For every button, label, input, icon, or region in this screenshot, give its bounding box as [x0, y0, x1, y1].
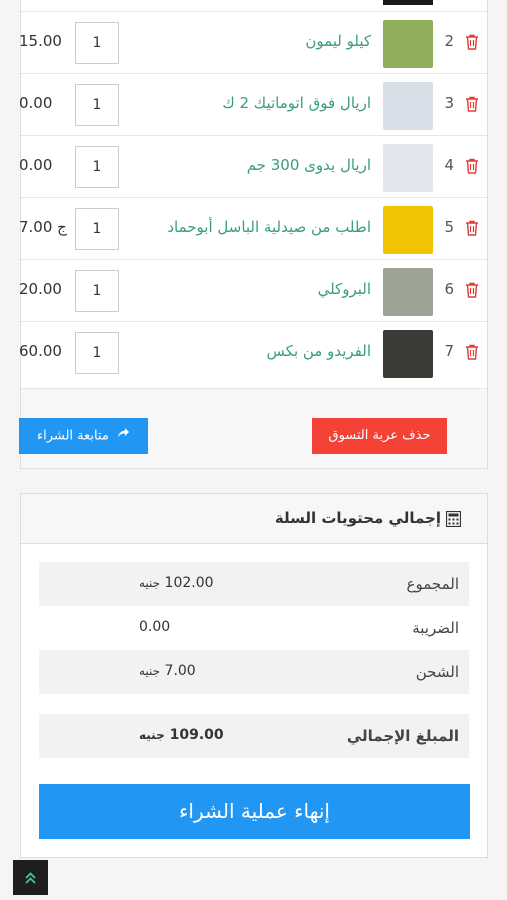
currency-label: جنيه: [139, 728, 165, 742]
item-price: 15.00: [19, 32, 62, 50]
product-name-link[interactable]: كيلو ليمون: [305, 32, 371, 50]
item-price: 0.00: [19, 94, 53, 112]
total-value: 109.00 جنيه: [139, 727, 224, 743]
share-icon: [117, 418, 130, 454]
cart-row: 6 البروكلي 1 20.00: [19, 259, 487, 321]
product-name-link[interactable]: الفريدو من بكس: [267, 342, 371, 360]
row-index: 5: [444, 218, 454, 236]
product-thumbnail[interactable]: [383, 206, 433, 254]
summary-header: إجمالي محتويات السلة: [21, 494, 487, 544]
item-price: 0.00: [19, 156, 53, 174]
quantity-input[interactable]: 1: [75, 332, 119, 374]
shipping-amount: 7.00: [164, 663, 196, 679]
quantity-input[interactable]: 1: [75, 146, 119, 188]
product-thumbnail[interactable]: [383, 268, 433, 316]
product-thumbnail[interactable]: [383, 144, 433, 192]
cart-table: 2 كيلو ليمون 1 15.00 3 اريال فوق اتوماتيك 2 ك…: [19, 0, 487, 389]
quantity-input[interactable]: 1: [75, 84, 119, 126]
tax-row: الضريبة 0.00: [39, 606, 469, 650]
quantity-input[interactable]: 1: [75, 208, 119, 250]
shipping-row: الشحن 7.00 جنيه: [39, 650, 469, 694]
chevron-up-icon: [24, 870, 37, 889]
product-name-link[interactable]: اريال يدوى 300 جم: [247, 156, 371, 174]
cart-row: 5 اطلب من صيدلية الباسل أبوحماد 1 7.00 ج: [19, 197, 487, 259]
cart-row: 2 كيلو ليمون 1 15.00: [19, 11, 487, 73]
tax-label: الضريبة: [412, 619, 459, 637]
cart-summary-panel: إجمالي محتويات السلة المجموع 102.00 جنيه…: [20, 493, 488, 858]
row-index: 2: [444, 32, 454, 50]
total-label: المبلغ الإجمالي: [346, 727, 459, 745]
trash-icon[interactable]: [465, 282, 479, 298]
continue-shopping-button[interactable]: متابعة الشراء: [19, 418, 148, 454]
cart-panel: 2 كيلو ليمون 1 15.00 3 اريال فوق اتوماتيك 2 ك…: [19, 0, 488, 469]
product-thumbnail[interactable]: [383, 82, 433, 130]
currency-label: جنيه: [139, 664, 161, 678]
total-amount: 109.00: [169, 727, 224, 743]
product-thumbnail[interactable]: [383, 330, 433, 378]
item-price: 20.00: [19, 280, 62, 298]
continue-shopping-label: متابعة الشراء: [36, 428, 109, 444]
cart-row: 4 اريال يدوى 300 جم 1 0.00: [19, 135, 487, 197]
row-index: 4: [444, 156, 454, 174]
cart-row: 7 الفريدو من بكس 1 60.00: [19, 321, 487, 383]
row-index: 6: [444, 280, 454, 298]
row-index: 7: [444, 342, 454, 360]
scroll-to-top-button[interactable]: [13, 860, 48, 895]
subtotal-label: المجموع: [406, 575, 459, 593]
subtotal-value: 102.00 جنيه: [139, 575, 214, 591]
item-price: 7.00 ج: [19, 218, 67, 236]
tax-value: 0.00: [139, 619, 171, 635]
item-price: 60.00: [19, 342, 62, 360]
calculator-icon: [445, 510, 462, 528]
shipping-value: 7.00 جنيه: [139, 663, 196, 679]
subtotal-amount: 102.00: [164, 575, 214, 591]
product-thumbnail[interactable]: [383, 20, 433, 68]
trash-icon[interactable]: [465, 158, 479, 174]
summary-title: إجمالي محتويات السلة: [274, 509, 441, 527]
trash-icon[interactable]: [465, 34, 479, 50]
total-row: المبلغ الإجمالي 109.00 جنيه: [39, 714, 469, 758]
product-name-link[interactable]: اطلب من صيدلية الباسل أبوحماد: [167, 218, 371, 236]
clear-cart-label: حذف عربة التسوق: [328, 428, 431, 443]
quantity-input[interactable]: 1: [75, 22, 119, 64]
checkout-button[interactable]: إنهاء عملية الشراء: [39, 784, 470, 839]
trash-icon[interactable]: [465, 96, 479, 112]
cart-row: 3 اريال فوق اتوماتيك 2 ك 1 0.00: [19, 73, 487, 135]
quantity-input[interactable]: 1: [75, 270, 119, 312]
product-name-link[interactable]: البروكلي: [318, 280, 371, 298]
product-thumbnail: [383, 0, 433, 5]
product-name-link[interactable]: اريال فوق اتوماتيك 2 ك: [222, 94, 371, 112]
row-index: 3: [444, 94, 454, 112]
shipping-label: الشحن: [415, 663, 459, 681]
clear-cart-button[interactable]: حذف عربة التسوق: [312, 418, 447, 454]
trash-icon[interactable]: [465, 344, 479, 360]
currency-label: جنيه: [139, 576, 161, 590]
subtotal-row: المجموع 102.00 جنيه: [39, 562, 469, 606]
trash-icon[interactable]: [465, 220, 479, 236]
